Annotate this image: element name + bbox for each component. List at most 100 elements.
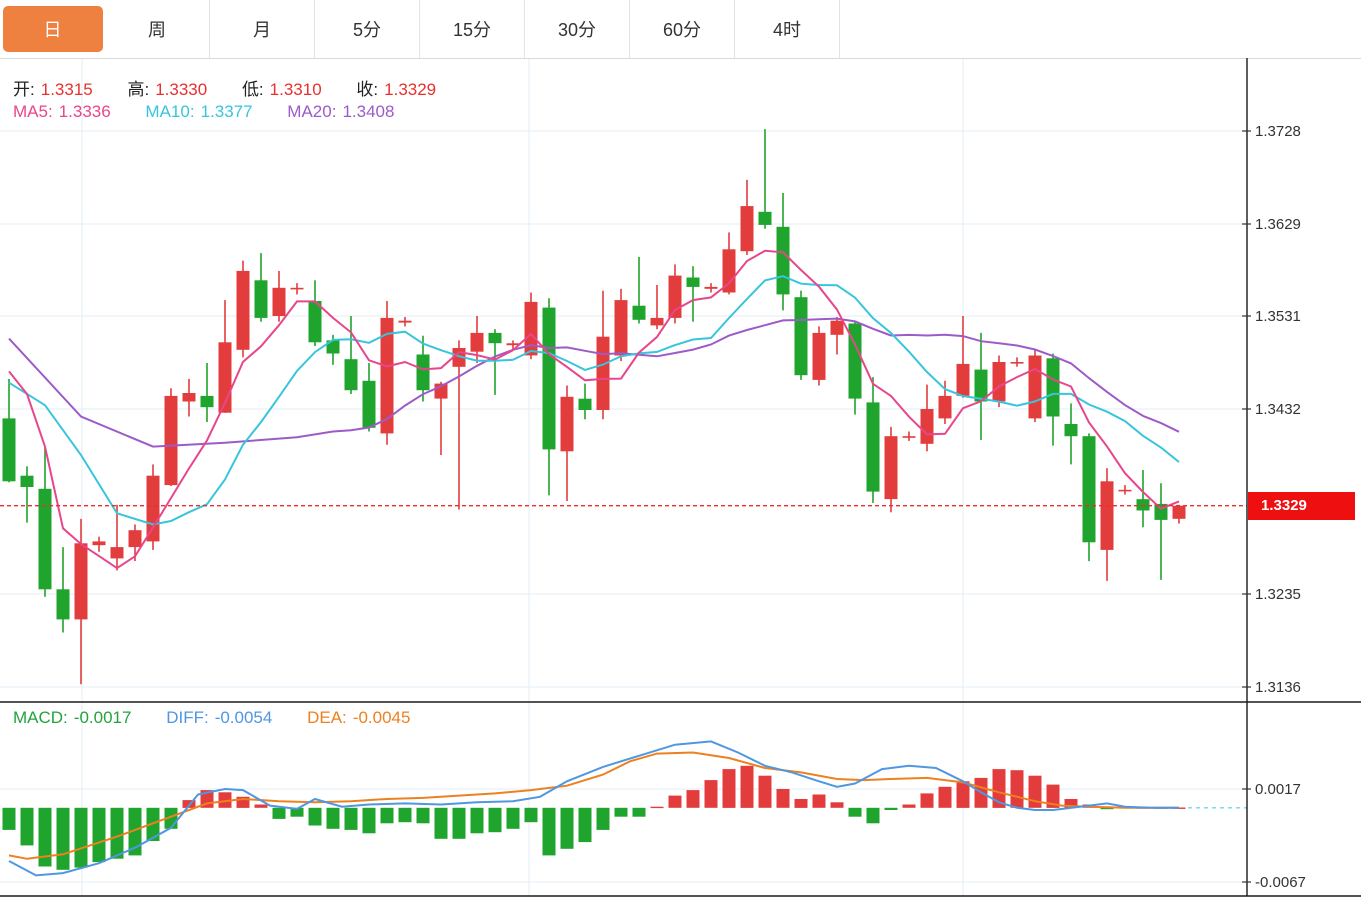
macd-bar[interactable] — [327, 808, 340, 829]
macd-bar[interactable] — [669, 796, 682, 808]
candle[interactable] — [201, 363, 214, 422]
candle[interactable] — [795, 291, 808, 380]
macd-bar[interactable] — [471, 808, 484, 834]
candle[interactable] — [489, 329, 502, 395]
candle[interactable] — [921, 385, 934, 452]
macd-bar[interactable] — [867, 808, 880, 824]
candle[interactable] — [651, 285, 664, 329]
chart-canvas[interactable]: 1.37281.36291.35311.34321.32351.31360.00… — [0, 0, 1361, 900]
candle[interactable] — [219, 300, 232, 413]
macd-bar[interactable] — [417, 808, 430, 824]
candle[interactable] — [93, 537, 106, 552]
macd-bar[interactable] — [777, 789, 790, 808]
candle[interactable] — [939, 381, 952, 424]
macd-bar[interactable] — [741, 766, 754, 808]
macd-bar[interactable] — [921, 793, 934, 807]
macd-bar[interactable] — [957, 781, 970, 808]
candle[interactable] — [1137, 470, 1150, 527]
candle[interactable] — [993, 356, 1006, 408]
candle[interactable] — [867, 377, 880, 503]
candle[interactable] — [3, 379, 16, 482]
candle[interactable] — [435, 382, 448, 455]
macd-bar[interactable] — [93, 808, 106, 862]
macd-bar[interactable] — [3, 808, 16, 830]
candle[interactable] — [1173, 505, 1186, 524]
macd-bar[interactable] — [687, 790, 700, 808]
candle[interactable] — [885, 427, 898, 513]
candle[interactable] — [147, 464, 160, 550]
candle[interactable] — [1101, 468, 1114, 581]
candle[interactable] — [1065, 403, 1078, 464]
candle[interactable] — [273, 271, 286, 322]
candle[interactable] — [1083, 433, 1096, 561]
macd-bar[interactable] — [651, 807, 664, 808]
candle[interactable] — [813, 326, 826, 385]
candle[interactable] — [633, 257, 646, 324]
macd-bar[interactable] — [489, 808, 502, 832]
macd-bar[interactable] — [399, 808, 412, 822]
candle[interactable] — [381, 301, 394, 445]
candle[interactable] — [1119, 485, 1132, 494]
candle[interactable] — [669, 264, 682, 323]
candle[interactable] — [255, 253, 268, 322]
macd-bar[interactable] — [21, 808, 34, 846]
macd-bar[interactable] — [939, 787, 952, 808]
candle[interactable] — [705, 283, 718, 292]
candle[interactable] — [183, 379, 196, 417]
macd-bar[interactable] — [435, 808, 448, 839]
macd-bar[interactable] — [381, 808, 394, 824]
candle[interactable] — [903, 432, 916, 441]
candle[interactable] — [165, 388, 178, 486]
macd-bar[interactable] — [795, 799, 808, 808]
candle[interactable] — [1155, 483, 1168, 580]
macd-bar[interactable] — [561, 808, 574, 849]
macd-bar[interactable] — [255, 805, 268, 808]
macd-bar[interactable] — [849, 808, 862, 817]
candle[interactable] — [525, 293, 538, 360]
candle[interactable] — [237, 261, 250, 358]
candlestick-macd-chart[interactable]: 1.37281.36291.35311.34321.32351.31360.00… — [0, 0, 1361, 905]
macd-bar[interactable] — [885, 808, 898, 810]
candle[interactable] — [57, 547, 70, 632]
macd-bar[interactable] — [813, 795, 826, 808]
macd-bar[interactable] — [345, 808, 358, 830]
macd-bar[interactable] — [705, 780, 718, 808]
candle[interactable] — [309, 280, 322, 346]
macd-bar[interactable] — [831, 802, 844, 808]
candle[interactable] — [399, 317, 412, 326]
candle[interactable] — [543, 298, 556, 495]
macd-bar[interactable] — [759, 776, 772, 808]
macd-bar[interactable] — [597, 808, 610, 830]
candle[interactable] — [687, 266, 700, 322]
macd-bar[interactable] — [111, 808, 124, 859]
candle[interactable] — [741, 180, 754, 255]
candle[interactable] — [291, 283, 304, 294]
candle[interactable] — [579, 384, 592, 420]
candle[interactable] — [21, 466, 34, 522]
candle[interactable] — [561, 386, 574, 502]
macd-bar[interactable] — [525, 808, 538, 822]
candle[interactable] — [1011, 357, 1024, 366]
candle[interactable] — [723, 232, 736, 294]
macd-bar[interactable] — [453, 808, 466, 839]
macd-bar[interactable] — [579, 808, 592, 842]
macd-bar[interactable] — [507, 808, 520, 829]
candle[interactable] — [1047, 354, 1060, 446]
candle[interactable] — [615, 289, 628, 361]
candle[interactable] — [975, 333, 988, 440]
candle[interactable] — [363, 363, 376, 432]
macd-bar[interactable] — [723, 769, 736, 808]
candle[interactable] — [453, 340, 466, 509]
macd-bar[interactable] — [1011, 770, 1024, 808]
candle[interactable] — [1029, 350, 1042, 422]
macd-bar[interactable] — [57, 808, 70, 870]
macd-bar[interactable] — [1029, 776, 1042, 808]
macd-bar[interactable] — [903, 805, 916, 808]
macd-bar[interactable] — [363, 808, 376, 834]
candle[interactable] — [957, 316, 970, 398]
macd-bar[interactable] — [75, 808, 88, 868]
candle[interactable] — [759, 129, 772, 229]
candle[interactable] — [831, 317, 844, 355]
macd-bar[interactable] — [273, 808, 286, 819]
macd-bar[interactable] — [309, 808, 322, 826]
